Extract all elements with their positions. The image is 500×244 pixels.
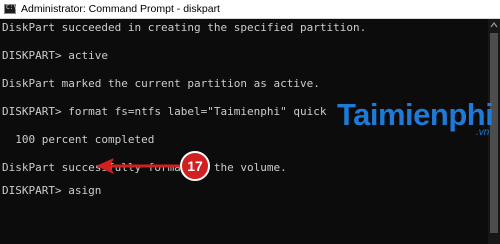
step-number-badge: 17: [180, 151, 210, 181]
annotation-arrow-icon: [96, 158, 182, 174]
command-prompt-window: C:\ Administrator: Command Prompt - disk…: [0, 0, 500, 244]
